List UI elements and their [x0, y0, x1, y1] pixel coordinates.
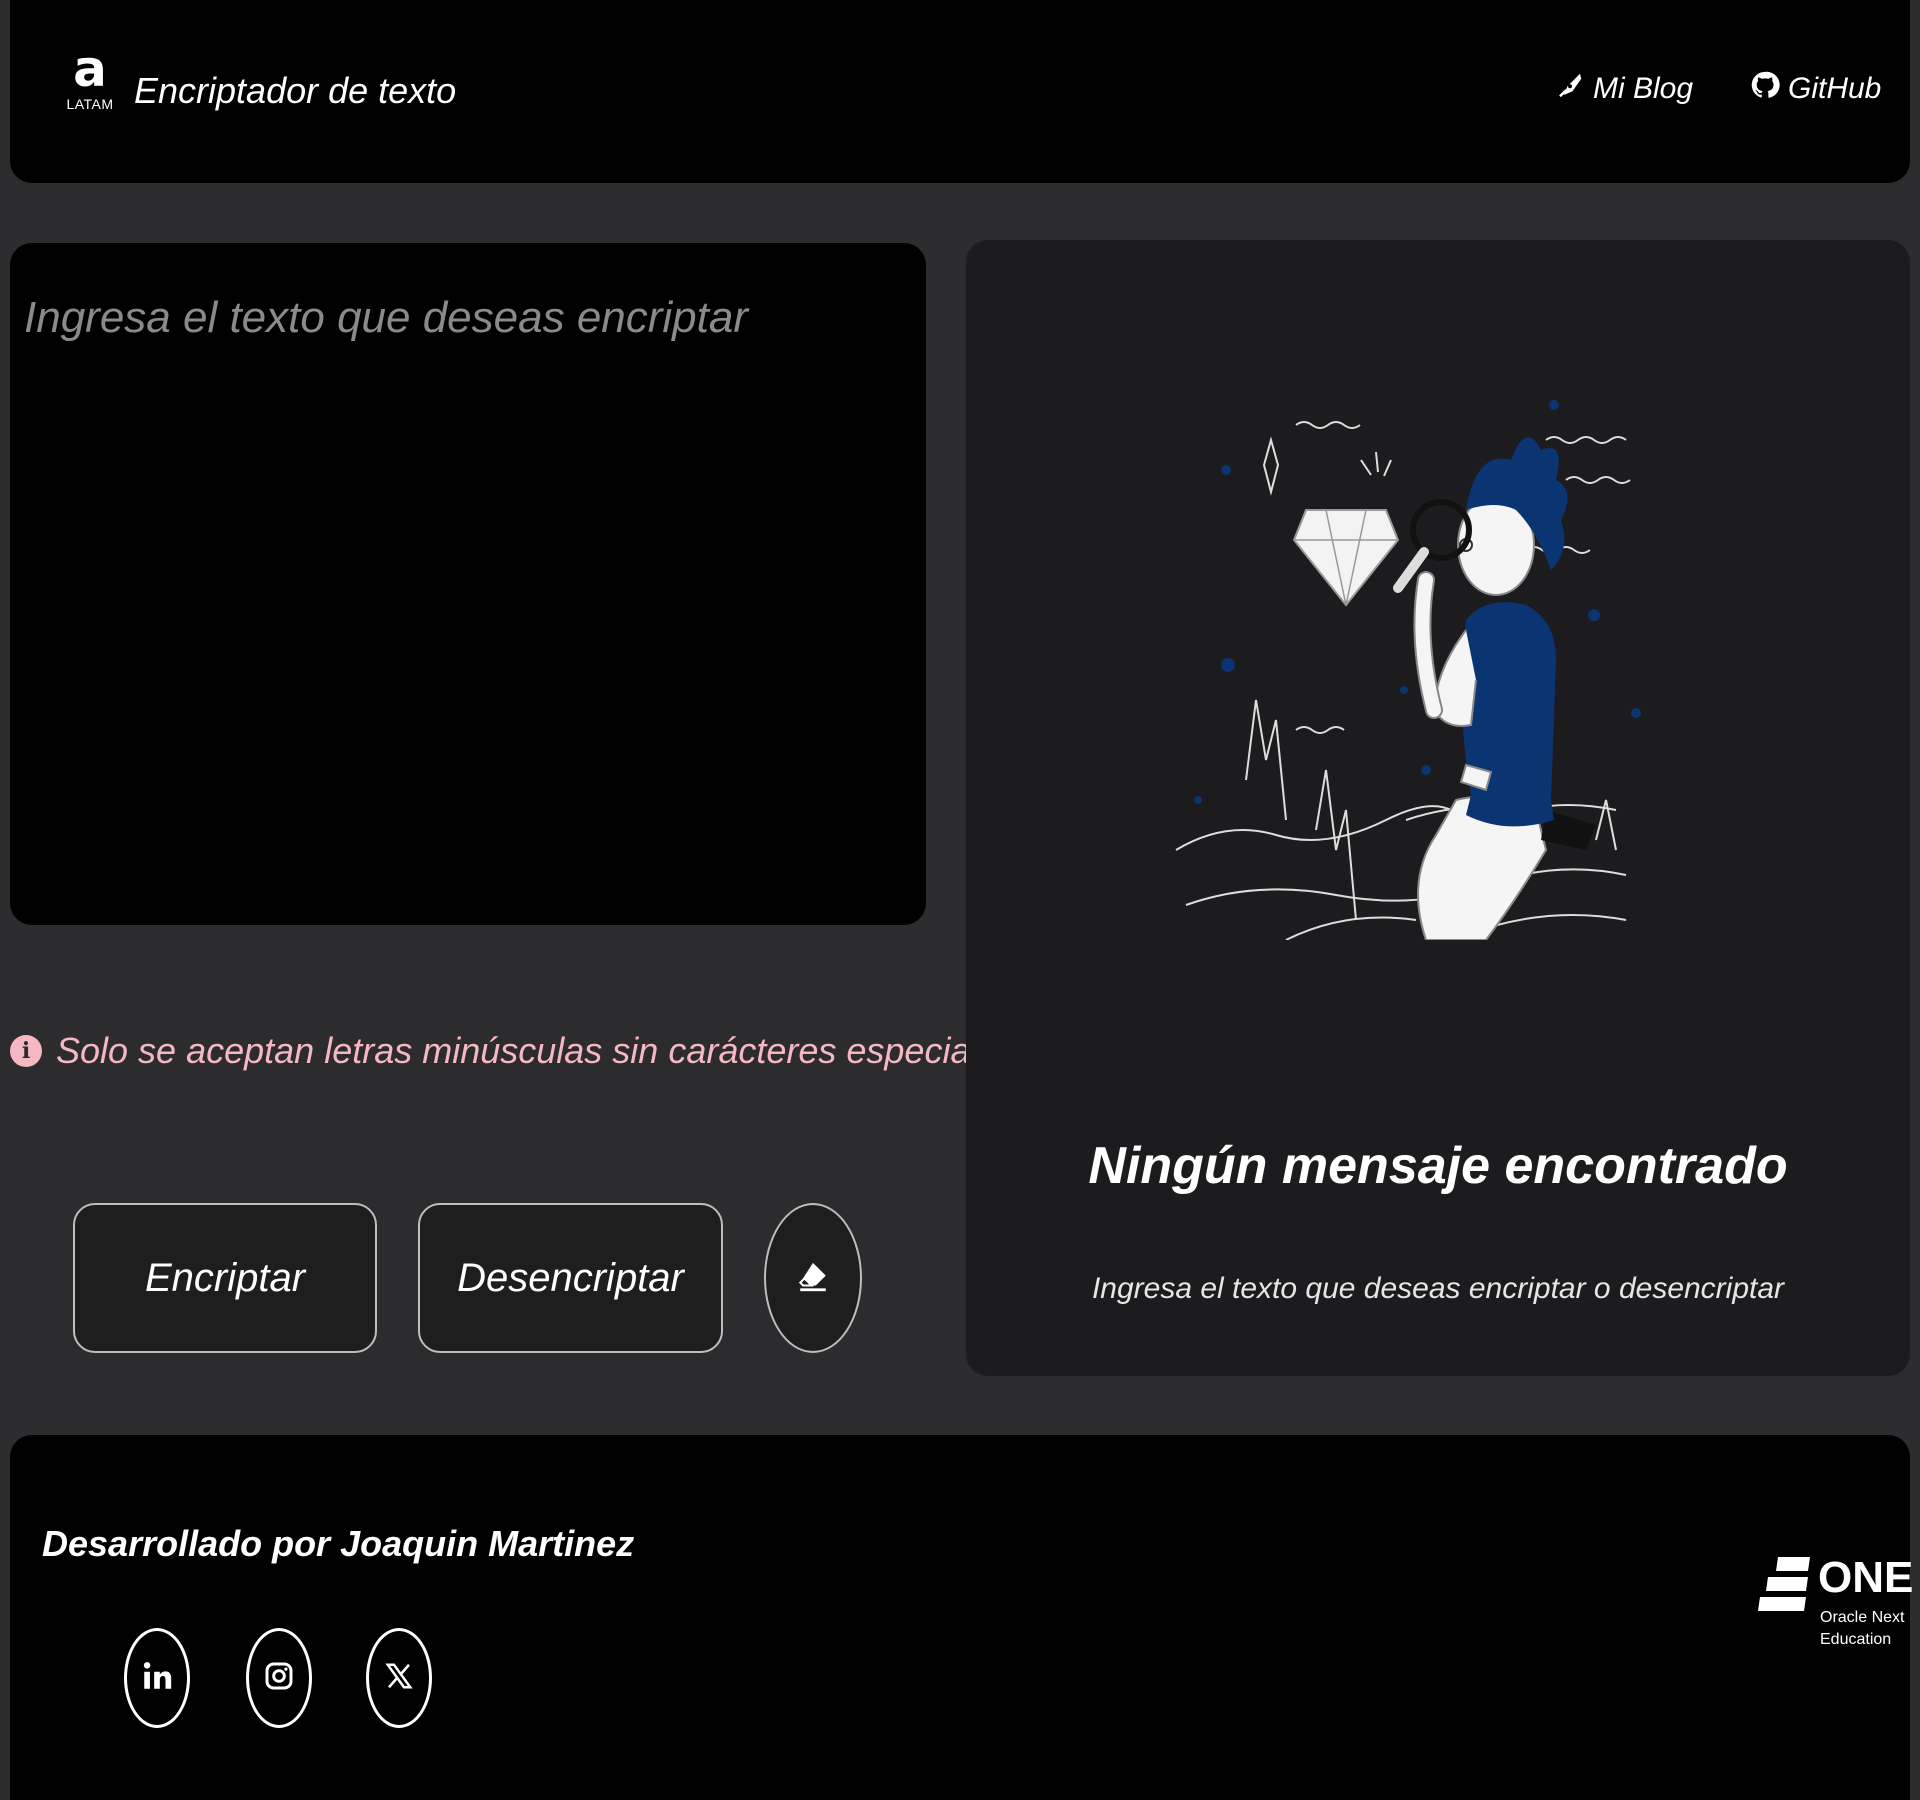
github-icon	[1750, 70, 1780, 108]
x-icon	[384, 1661, 414, 1696]
app-title: Encriptador de texto	[134, 70, 457, 111]
instagram-icon	[263, 1660, 295, 1697]
info-icon: i	[10, 1035, 42, 1067]
eraser-icon	[796, 1260, 830, 1297]
oracle-one-logo: ONE Oracle Next Education	[1758, 1553, 1913, 1653]
one-logo-mark	[1758, 1557, 1810, 1611]
input-warning: i Solo se aceptan letras minúsculas sin …	[10, 1030, 1017, 1072]
nav-blog-link[interactable]: Mi Blog	[1555, 70, 1693, 108]
clear-button[interactable]	[764, 1203, 862, 1353]
output-title: Ningún mensaje encontrado	[1088, 1137, 1788, 1195]
nav-blog-label: Mi Blog	[1593, 72, 1694, 105]
text-input-panel	[10, 243, 926, 925]
footer: Desarrollado por Joaquin Martinez ONE Or…	[10, 1435, 1913, 1800]
text-input[interactable]	[10, 243, 926, 925]
one-brand-name: ONE	[1818, 1553, 1914, 1602]
decrypt-button[interactable]: Desencriptar	[418, 1203, 723, 1353]
linkedin-link[interactable]	[124, 1628, 190, 1728]
nav-github-label: GitHub	[1788, 72, 1882, 105]
warning-text: Solo se aceptan letras minúsculas sin ca…	[56, 1030, 1017, 1071]
linkedin-icon	[140, 1659, 174, 1698]
pen-nib-icon	[1555, 70, 1585, 108]
logo-glyph: a	[73, 40, 107, 98]
one-brand-tagline: Oracle Next Education	[1820, 1609, 1905, 1648]
instagram-link[interactable]	[246, 1628, 312, 1728]
x-link[interactable]	[366, 1628, 432, 1728]
encrypt-button[interactable]: Encriptar	[73, 1203, 377, 1353]
developer-credit: Desarrollado por Joaquin Martinez	[42, 1523, 635, 1564]
output-subtitle: Ingresa el texto que deseas encriptar o …	[1091, 1272, 1785, 1305]
logo-text: LATAM	[66, 96, 114, 112]
nav-github-link[interactable]: GitHub	[1750, 70, 1881, 108]
header: a LATAM Encriptador de texto Mi Blog Git…	[10, 0, 1910, 183]
search-illustration	[1175, 400, 1641, 940]
output-panel: Ningún mensaje encontrado Ingresa el tex…	[966, 240, 1910, 1376]
alura-latam-logo: a LATAM	[58, 44, 122, 124]
